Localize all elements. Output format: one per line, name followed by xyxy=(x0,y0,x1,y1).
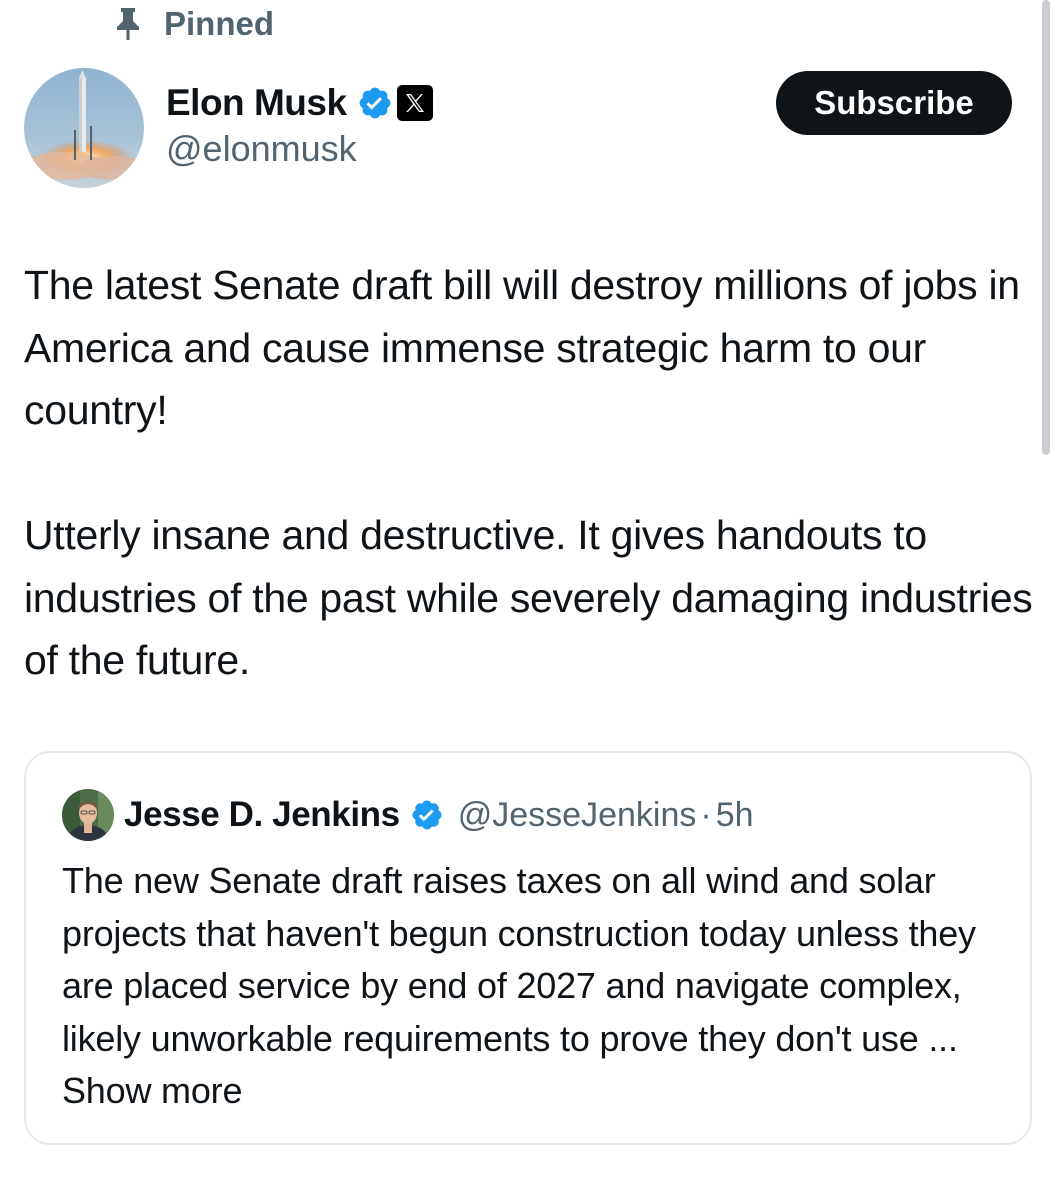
post-paragraph: The latest Senate draft bill will destro… xyxy=(24,262,1020,433)
quoted-author-handle[interactable]: @JesseJenkins xyxy=(458,796,697,835)
pin-icon xyxy=(112,6,144,42)
post-paragraph: Utterly insane and destructive. It gives… xyxy=(24,512,1033,683)
x-logo-icon[interactable] xyxy=(396,85,433,121)
quoted-post-card[interactable]: Jesse D. Jenkins @JesseJenkins · 5h The … xyxy=(24,751,1032,1145)
verified-badge-icon[interactable] xyxy=(410,798,444,832)
quoted-post-text: The new Senate draft raises taxes on all… xyxy=(62,855,1012,1118)
quoted-author-name[interactable]: Jesse D. Jenkins xyxy=(124,795,400,835)
quoted-author-avatar[interactable] xyxy=(62,789,114,841)
separator-dot: · xyxy=(700,795,712,834)
pinned-indicator: Pinned xyxy=(112,4,274,44)
post-body: The latest Senate draft bill will destro… xyxy=(24,254,1036,692)
quoted-post-header: Jesse D. Jenkins @JesseJenkins · 5h xyxy=(62,787,754,843)
author-handle[interactable]: @elonmusk xyxy=(166,128,433,170)
quoted-post-body: The new Senate draft raises taxes on all… xyxy=(62,860,976,1059)
author-name[interactable]: Elon Musk xyxy=(166,82,347,124)
quoted-post-timestamp[interactable]: 5h xyxy=(716,796,754,835)
author-avatar[interactable] xyxy=(24,68,144,188)
subscribe-button[interactable]: Subscribe xyxy=(776,71,1012,135)
author-info: Elon Musk @elonmusk xyxy=(166,78,433,170)
show-more-link[interactable]: Show more xyxy=(62,1070,242,1111)
pinned-label: Pinned xyxy=(164,5,275,42)
verified-badge-icon[interactable] xyxy=(357,85,393,121)
scrollbar-thumb[interactable] xyxy=(1042,0,1050,455)
